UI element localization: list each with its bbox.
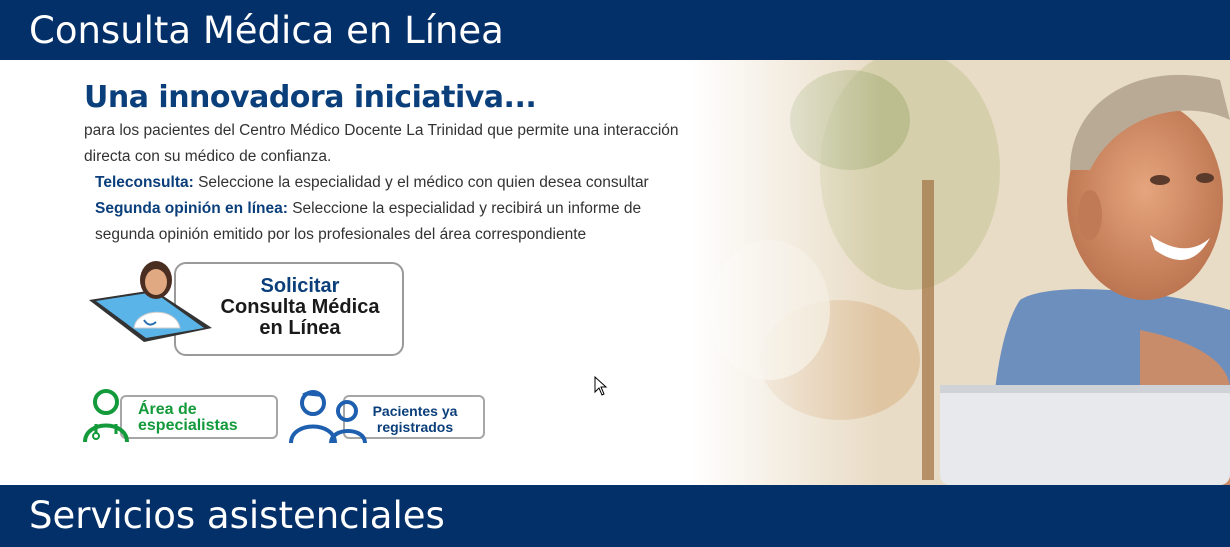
mouse-cursor-icon — [594, 376, 608, 396]
cta-line-1: Solicitar — [260, 275, 340, 297]
especialistas-line-1: Área de — [138, 401, 197, 418]
patients-icon — [289, 390, 367, 444]
smiling-man-image — [690, 60, 1230, 485]
area-especialistas-button[interactable]: Área de especialistas — [82, 388, 278, 443]
teleconsulta-line: Teleconsulta: Seleccione la especialidad… — [95, 170, 704, 248]
solicitar-consulta-button[interactable]: Solicitar Consulta Médica en Línea — [84, 260, 404, 356]
hero-section: Una innovadora iniciativa... para los pa… — [0, 60, 1230, 485]
teleconsulta-label: Teleconsulta: — [95, 174, 194, 191]
hero-photo — [690, 60, 1230, 485]
especialistas-label: Área de especialistas — [138, 402, 238, 434]
page-title: Consulta Médica en Línea — [29, 9, 504, 52]
registrados-line-2: registrados — [376, 419, 454, 435]
section-title: Servicios asistenciales — [29, 494, 445, 537]
specialist-icon — [83, 389, 129, 443]
top-banner: Consulta Médica en Línea — [0, 0, 1230, 60]
section-banner: Servicios asistenciales — [0, 485, 1230, 547]
segunda-opinion-label: Segunda opinión en línea: — [95, 200, 288, 217]
registrados-line-1: Pacientes ya — [372, 403, 458, 419]
headline: Una innovadora iniciativa... — [84, 80, 537, 115]
pacientes-registrados-button[interactable]: Pacientes ya registrados — [289, 388, 487, 444]
especialistas-line-2: especialistas — [138, 417, 238, 434]
cta-line-3: en Línea — [259, 317, 341, 339]
cta-label: Solicitar Consulta Médica en Línea — [194, 276, 406, 339]
teleconsulta-text: Seleccione la especialidad y el médico c… — [198, 174, 649, 191]
cta-line-2: Consulta Médica — [220, 296, 380, 318]
registrados-label: Pacientes ya registrados — [359, 403, 471, 435]
intro-paragraph: para los pacientes del Centro Médico Doc… — [84, 122, 679, 165]
